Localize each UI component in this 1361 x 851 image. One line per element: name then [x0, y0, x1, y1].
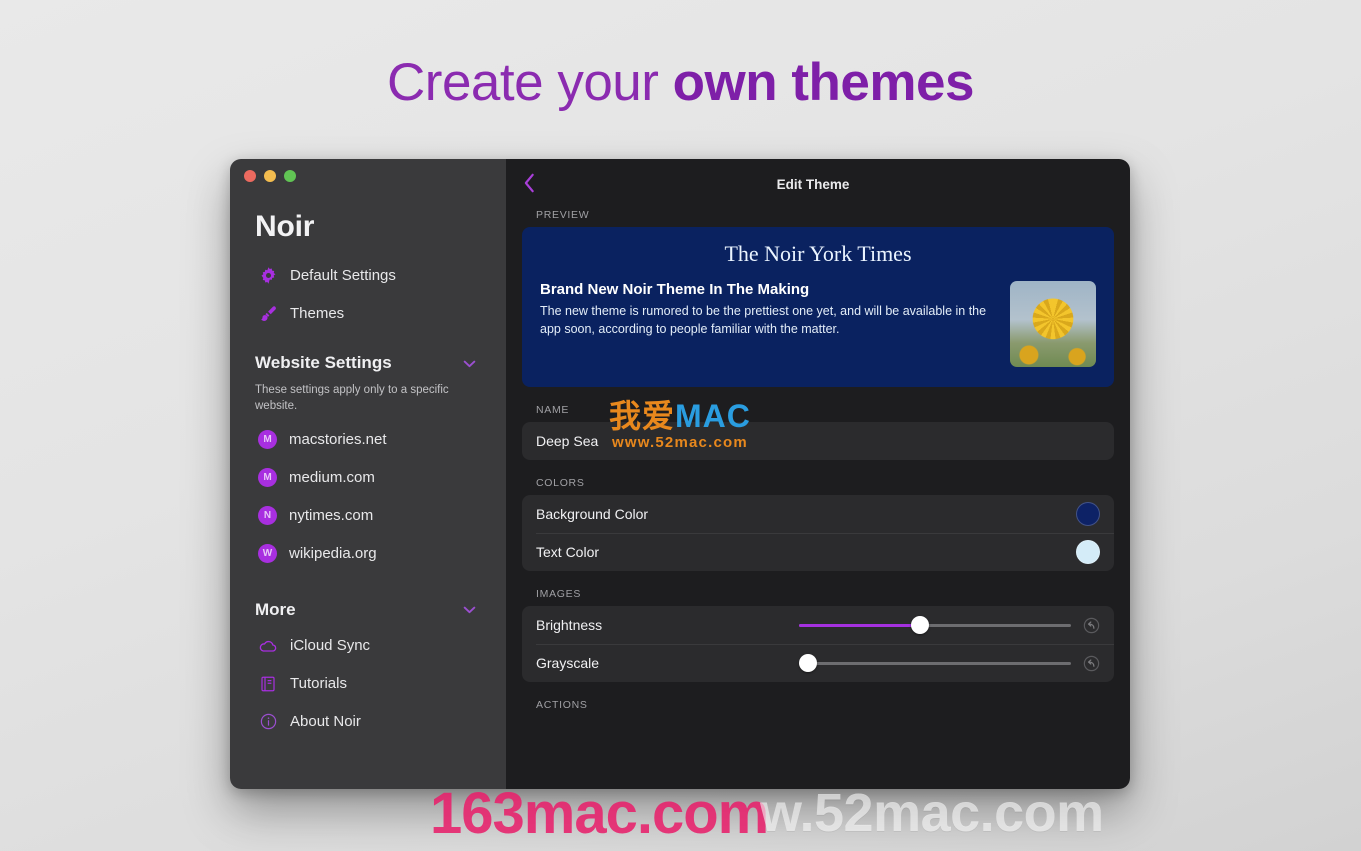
gear-icon	[258, 265, 278, 285]
sidebar-item-macstories[interactable]: M macstories.net	[230, 421, 506, 459]
sidebar-item-label: macstories.net	[289, 431, 387, 449]
website-settings-title: Website Settings	[255, 353, 392, 372]
sidebar: Noir Default Settings Themes Website Set…	[230, 159, 506, 789]
preview-section-label: PREVIEW	[536, 209, 590, 221]
back-button[interactable]	[516, 170, 542, 196]
images-group: IMAGES Brightness Grayscale	[522, 588, 1114, 682]
sidebar-item-label: wikipedia.org	[289, 545, 377, 563]
sidebar-item-label: Tutorials	[290, 675, 347, 693]
actions-section-label: ACTIONS	[536, 699, 588, 711]
slider-fill	[799, 623, 920, 627]
site-favicon-badge: M	[258, 468, 277, 488]
sidebar-item-medium[interactable]: M medium.com	[230, 459, 506, 497]
name-card: Deep Sea	[522, 422, 1114, 460]
sidebar-item-label: nytimes.com	[289, 507, 374, 525]
name-section-label: NAME	[536, 404, 570, 416]
zoom-window-button[interactable]	[284, 170, 296, 182]
paintbrush-icon	[258, 303, 278, 323]
text-color-row[interactable]: Text Color	[522, 533, 1114, 571]
preview-group: PREVIEW The Noir York Times Brand New No…	[522, 209, 1114, 387]
preview-article-headline: Brand New Noir Theme In The Making	[540, 281, 810, 298]
colors-group: COLORS Background Color Text Color	[522, 477, 1114, 571]
chevron-down-icon[interactable]	[463, 357, 476, 370]
grayscale-slider[interactable]	[799, 654, 1071, 672]
sidebar-item-nytimes[interactable]: N nytimes.com	[230, 497, 506, 535]
preview-masthead: The Noir York Times	[724, 241, 912, 266]
grayscale-row: Grayscale	[522, 644, 1114, 682]
sunflower-photo-icon	[1010, 281, 1096, 367]
row-label: Text Color	[536, 544, 600, 560]
actions-group: ACTIONS	[522, 699, 1114, 717]
row-label: Brightness	[536, 617, 603, 633]
chevron-down-icon[interactable]	[463, 603, 476, 616]
close-window-button[interactable]	[244, 170, 256, 182]
colors-card: Background Color Text Color	[522, 495, 1114, 571]
window-traffic-lights	[230, 159, 506, 182]
site-favicon-badge: M	[258, 430, 277, 450]
info-icon	[258, 712, 278, 732]
sidebar-item-label: Default Settings	[290, 266, 396, 284]
brightness-row: Brightness	[522, 606, 1114, 644]
undo-icon[interactable]	[1083, 655, 1100, 672]
website-settings-description: These settings apply only to a specific …	[255, 384, 449, 413]
sidebar-item-default-settings[interactable]: Default Settings	[230, 256, 506, 294]
images-card: Brightness Grayscale	[522, 606, 1114, 682]
images-section-label: IMAGES	[536, 588, 582, 600]
theme-name-value: Deep Sea	[536, 433, 599, 449]
preview-article-body: The new theme is rumored to be the prett…	[540, 304, 987, 336]
undo-icon[interactable]	[1083, 617, 1100, 634]
site-favicon-badge: N	[258, 506, 277, 526]
more-section-header[interactable]: More	[230, 593, 506, 627]
brightness-slider[interactable]	[799, 616, 1071, 634]
page-headline: Create your own themes	[0, 52, 1361, 113]
background-color-row[interactable]: Background Color	[522, 495, 1114, 533]
colors-section-label: COLORS	[536, 477, 585, 489]
row-label: Grayscale	[536, 655, 600, 671]
page-title: Edit Theme	[776, 176, 850, 192]
background-color-swatch[interactable]	[1076, 502, 1100, 526]
headline-light-text: Create your	[387, 53, 673, 112]
website-settings-section-header[interactable]: Website Settings	[230, 346, 506, 380]
app-window: Noir Default Settings Themes Website Set…	[230, 159, 1130, 789]
watermark-52mac-large: w.52mac.com	[760, 783, 1104, 843]
sidebar-item-label: About Noir	[290, 713, 361, 731]
theme-preview: The Noir York Times Brand New Noir Theme…	[522, 227, 1114, 387]
headline-bold-text: own themes	[672, 53, 975, 112]
sidebar-item-label: medium.com	[289, 469, 375, 487]
minimize-window-button[interactable]	[264, 170, 276, 182]
sidebar-item-icloud-sync[interactable]: iCloud Sync	[230, 627, 506, 665]
site-favicon-badge: W	[258, 544, 277, 564]
sidebar-item-themes[interactable]: Themes	[230, 294, 506, 332]
theme-name-field[interactable]: Deep Sea	[522, 422, 1114, 460]
row-label: Background Color	[536, 506, 649, 522]
sidebar-item-wikipedia[interactable]: W wikipedia.org	[230, 535, 506, 573]
sidebar-item-label: Themes	[290, 304, 345, 322]
slider-knob[interactable]	[910, 616, 929, 634]
watermark-163mac: 163mac.com	[430, 781, 769, 846]
app-title: Noir	[255, 210, 315, 243]
slider-track	[799, 661, 1071, 665]
more-title: More	[255, 599, 296, 619]
text-color-swatch[interactable]	[1076, 540, 1100, 564]
cloud-icon	[258, 636, 278, 656]
sidebar-item-tutorials[interactable]: Tutorials	[230, 665, 506, 703]
main-panel: Edit Theme PREVIEW The Noir York Times B…	[506, 159, 1130, 789]
book-icon	[258, 674, 278, 694]
slider-knob[interactable]	[799, 654, 817, 672]
sidebar-item-label: iCloud Sync	[290, 637, 371, 655]
panel-titlebar: Edit Theme	[506, 159, 1130, 209]
name-group: NAME Deep Sea	[522, 404, 1114, 460]
sidebar-item-about-noir[interactable]: About Noir	[230, 703, 506, 741]
